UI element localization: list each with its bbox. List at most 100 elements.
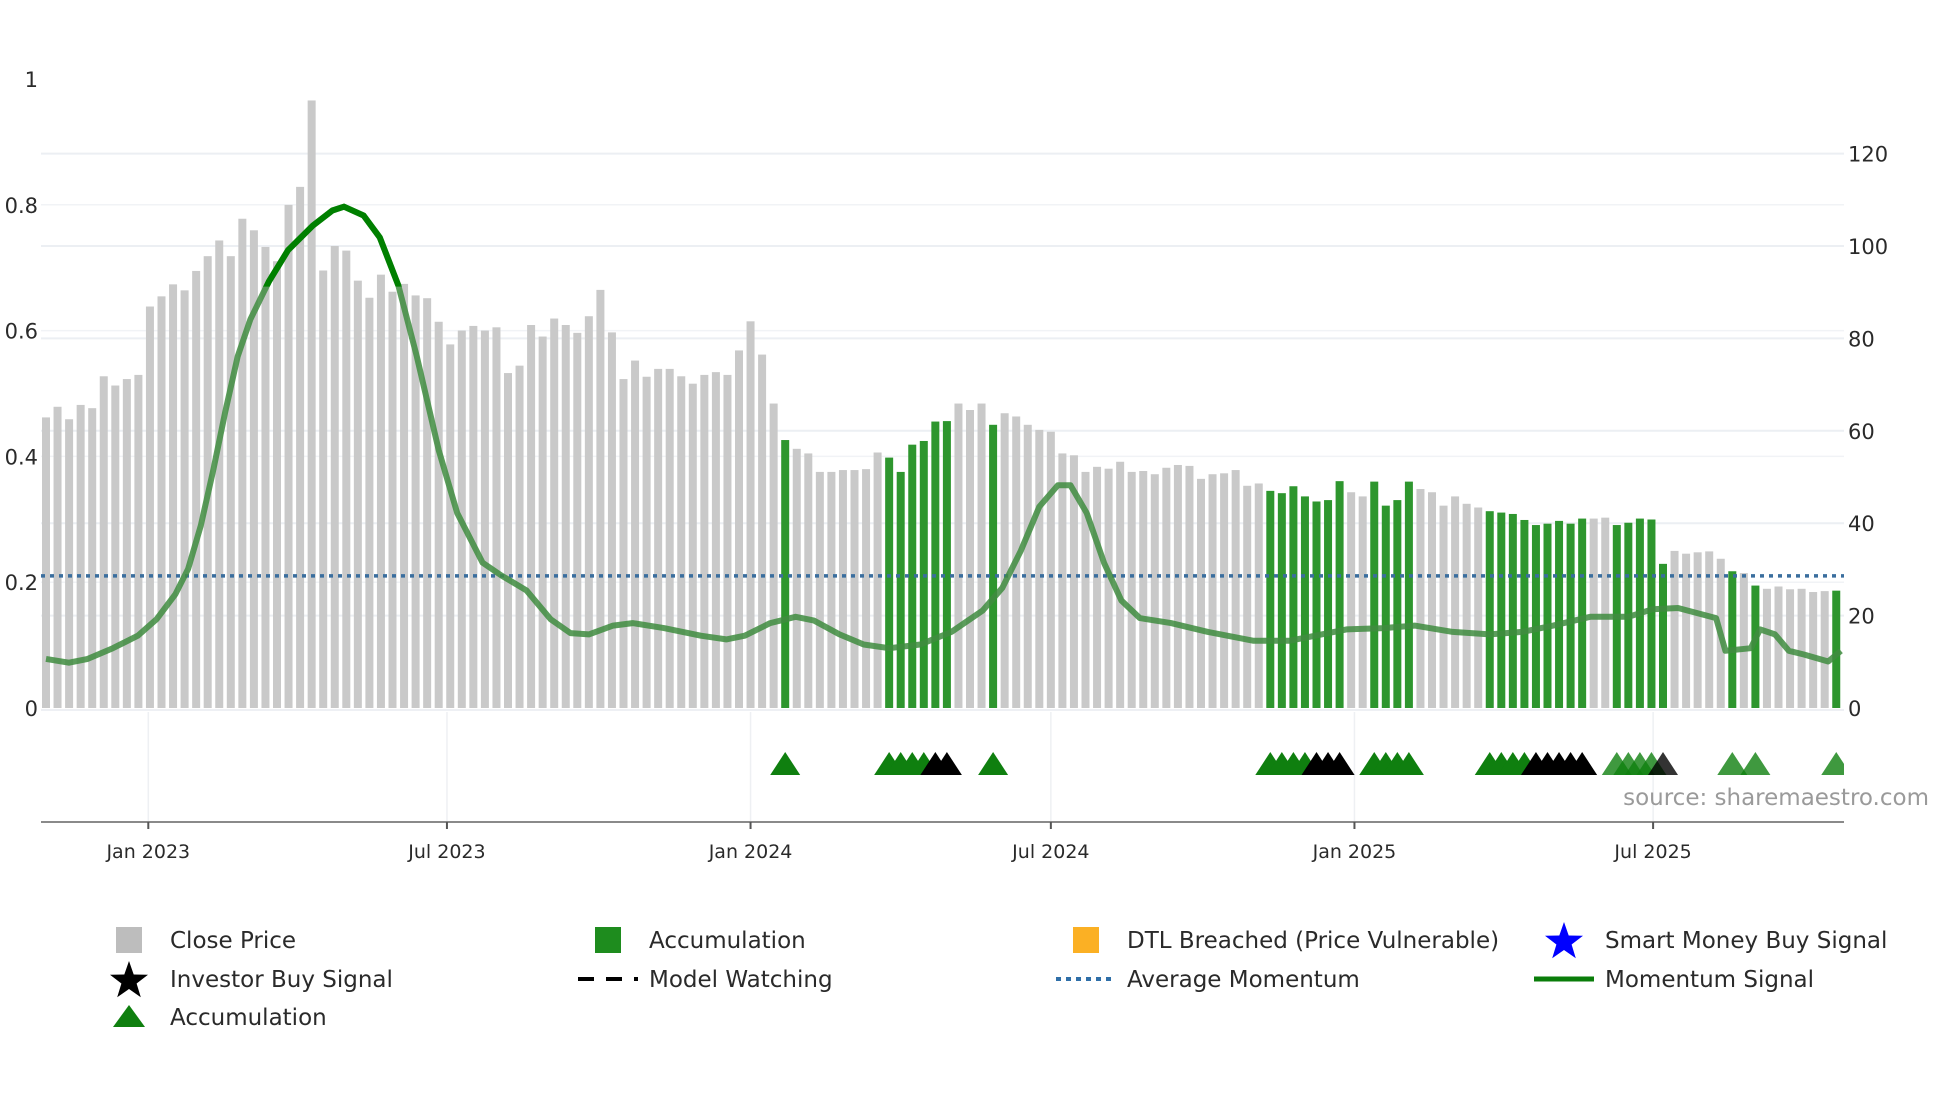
close-price-bar [1439,505,1448,708]
close-price-bar [1150,474,1159,708]
close-price-bar [261,246,270,708]
close-price-bar [688,383,697,708]
x-axis-tick-label: Jan 2024 [708,841,793,863]
close-price-bar [296,186,305,708]
close-price-bar [353,280,362,708]
close-price-bar [1809,592,1818,708]
close-price-bar [677,376,686,708]
close-price-bar [400,283,409,708]
close-price-bar [1162,467,1171,708]
legend-item: Average Momentum [1056,967,1360,993]
close-price-bar [1820,591,1829,708]
right-axis-tick: 60 [1848,420,1875,444]
legend-item: Investor Buy Signal [110,961,393,998]
close-price-bar [342,250,351,708]
close-price-bar [446,344,455,708]
accumulation-bar [1520,519,1529,708]
accumulation-bar [1728,571,1737,708]
close-price-bar [169,284,178,708]
right-axis-tick: 20 [1848,605,1875,629]
close-price-bar [1739,573,1748,708]
legend-label: Average Momentum [1127,967,1360,993]
x-axis-tick-label: Jul 2025 [1613,841,1691,863]
close-price-bar [111,385,120,708]
close-price-bar [642,376,651,708]
close-price-bar [700,374,709,708]
left-axis-tick: 0.6 [5,320,38,344]
accumulation-bar [1497,512,1506,708]
accumulation-bar [1659,563,1667,708]
close-price-bar [850,470,859,708]
close-price-bar [99,376,108,708]
close-price-bar [492,327,501,708]
close-price-bar [746,321,755,708]
close-price-bar [550,318,559,708]
close-price-bar [180,290,189,708]
close-price-bar [977,403,986,708]
close-price-bar [838,470,847,708]
close-price-bar [792,448,801,708]
close-price-bar [469,325,478,708]
accumulation-bar [1370,481,1379,708]
close-price-bar [1462,503,1471,708]
close-price-bar [1173,464,1182,708]
legend-label: Investor Buy Signal [170,967,393,993]
close-price-bar [966,410,974,708]
close-price-bar [538,336,547,708]
accumulation-bar [1324,500,1333,708]
close-price-bar [1127,471,1136,708]
close-price-bar [1243,485,1252,708]
legend-label: Accumulation [649,928,806,954]
close-price-bar [723,374,732,708]
accumulation-bar [885,457,894,708]
signal-markers [770,752,1844,775]
momentum-chart: 0 20 40 60 80 100 120 0 0.2 0.4 0.6 0.8 1 Jan 2023 Jul… [5,68,1929,1031]
accumulation-bar [1335,481,1344,708]
star-legend-icon [1545,922,1583,959]
close-price-bar [665,368,674,708]
close-price-bar [584,316,593,708]
close-price-bar [1231,470,1240,708]
legend: Close Price Accumulation DTL Breached (Pri… [110,922,1887,1031]
close-price-bar [607,332,616,708]
close-price-bar [1035,429,1044,708]
accumulation-bar [1277,493,1286,708]
close-price-bar [573,332,582,708]
accumulation-bar [1566,523,1575,708]
legend-item: Model Watching [578,967,833,993]
legend-label: Close Price [170,928,296,954]
close-price-bar [1093,466,1102,708]
close-price-bar [631,360,640,708]
accumulation-bar [1393,500,1402,708]
close-price-bar [122,379,131,708]
close-price-bar [42,417,50,708]
accumulation-bar [1381,505,1390,708]
close-price-bar [735,350,743,708]
close-price-bar [1797,588,1806,708]
x-axis-tick-label: Jul 2023 [407,841,485,863]
close-price-bar [88,408,97,708]
close-price-bar [769,403,778,708]
close-price-bar [1474,507,1483,708]
close-price-bar [1046,431,1055,708]
close-price-bar [1208,474,1217,708]
close-price-bar [330,246,339,708]
triangle-legend-icon [113,1005,145,1027]
close-price-bar [434,321,443,708]
legend-item: Smart Money Buy Signal [1545,922,1887,959]
accumulation-bar [1531,525,1540,708]
legend-label: Accumulation [170,1005,327,1031]
close-price-bar [1451,496,1460,708]
accumulation-bar [942,421,951,708]
close-price-bar [1428,492,1436,708]
close-price-bar [365,297,374,708]
close-price-bar [873,452,882,708]
x-axis-tick-label: Jan 2023 [105,841,190,863]
x-axis-tick-label: Jan 2025 [1312,841,1397,863]
square-legend-icon [595,927,621,953]
accumulation-bar [1266,490,1275,708]
close-price-bar [423,298,432,708]
legend-label: Model Watching [649,967,833,993]
close-price-bar [1358,496,1367,708]
legend-item: Accumulation [595,927,806,954]
